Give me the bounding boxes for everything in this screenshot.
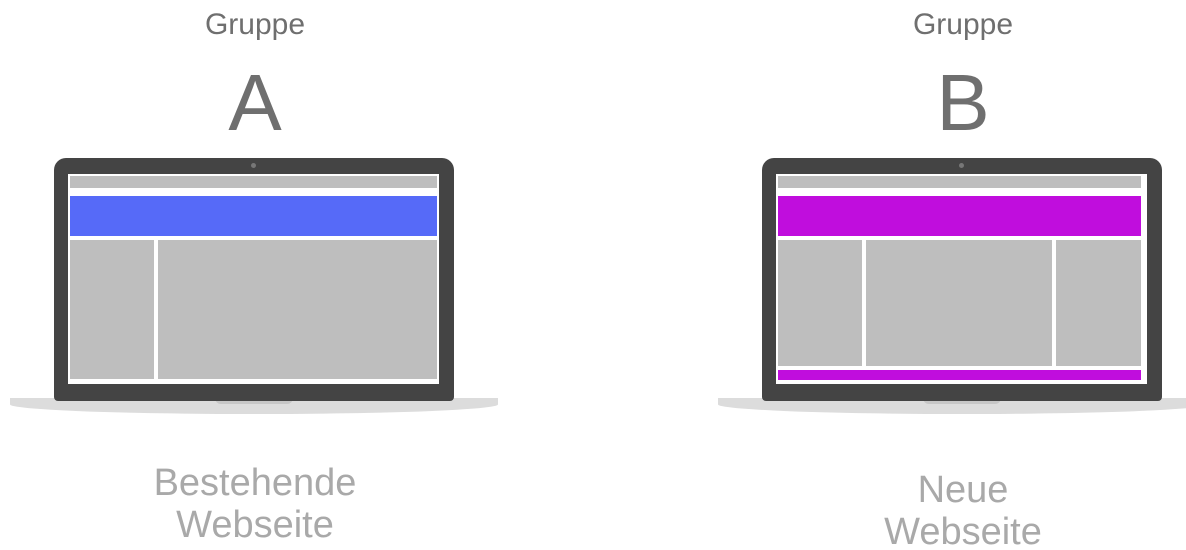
group-b-description: Neue Webseite	[713, 469, 1186, 550]
laptop-a-camera-icon	[251, 163, 256, 168]
wireframe-a-content	[158, 240, 437, 379]
wireframe-a-sidebar	[70, 240, 154, 379]
laptop-a-screen	[68, 174, 439, 384]
group-a-letter: A	[228, 58, 282, 147]
laptop-b	[762, 158, 1162, 401]
group-a-description-line2: Webseite	[176, 504, 334, 546]
wireframe-b-browser-bar	[778, 176, 1141, 188]
group-b: Gruppe B Neue Webseite	[713, 0, 1186, 550]
group-a-description: Bestehende Webseite	[5, 462, 505, 546]
wireframe-a-browser-bar	[70, 176, 437, 188]
laptop-b-screen	[776, 174, 1147, 384]
laptop-a	[54, 158, 454, 401]
wireframe-b-right-column	[1056, 240, 1141, 366]
wireframe-b-left-column	[778, 240, 862, 366]
group-a: Gruppe A Bestehende Webseite	[5, 0, 505, 550]
group-a-caption: Gruppe	[204, 8, 306, 41]
wireframe-b-footer	[778, 370, 1141, 380]
group-a-description-line1: Bestehende	[153, 462, 357, 504]
wireframe-b-header	[778, 196, 1141, 236]
group-b-description-line2: Webseite	[884, 511, 1042, 550]
group-b-letter: B	[936, 58, 990, 147]
ab-test-diagram: Gruppe A Bestehende Webseite Gruppe B Ne…	[0, 0, 1186, 550]
group-b-caption: Gruppe	[912, 8, 1014, 41]
wireframe-a-header	[70, 196, 437, 236]
wireframe-b-content	[866, 240, 1052, 366]
group-b-description-line1: Neue	[917, 469, 1009, 511]
laptop-b-camera-icon	[959, 163, 964, 168]
